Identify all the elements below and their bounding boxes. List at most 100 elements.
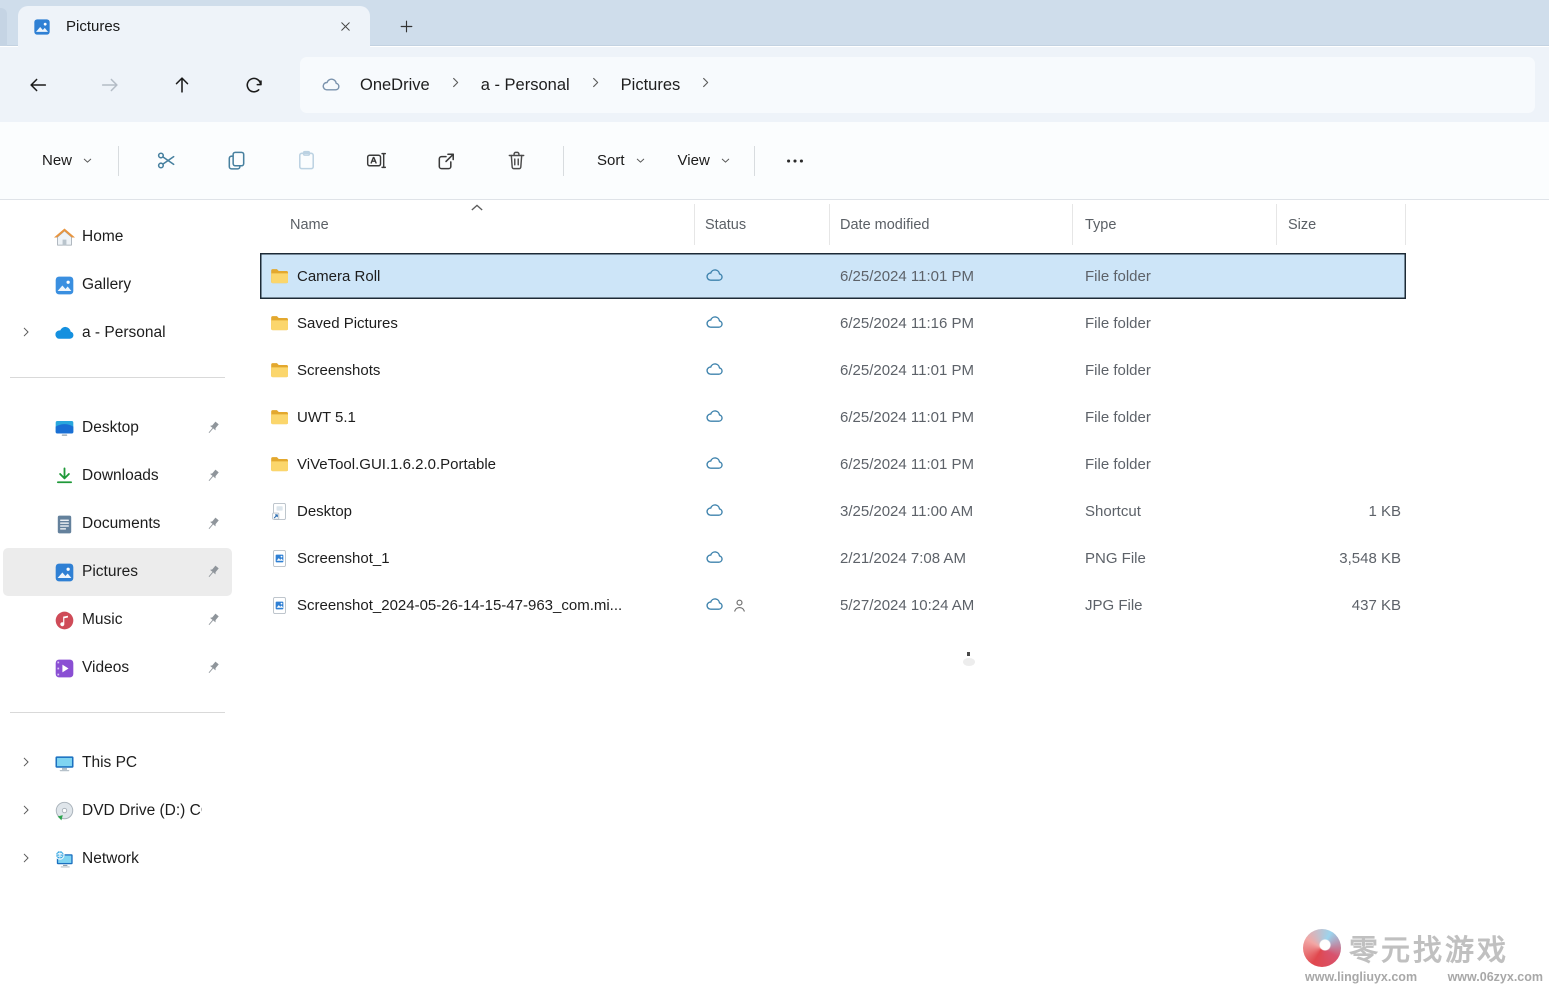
- cut-button[interactable]: [143, 139, 189, 183]
- copy-button[interactable]: [213, 139, 259, 183]
- sidebar-item-desktop[interactable]: Desktop: [3, 404, 232, 452]
- type-cell: JPG File: [1073, 582, 1277, 628]
- size-cell: 437 KB: [1277, 582, 1406, 628]
- pin-icon: [203, 419, 222, 438]
- file-name: Camera Roll: [297, 268, 380, 285]
- file-row-screenshot-1[interactable]: Screenshot_12/21/2024 7:08 AMPNG File3,5…: [260, 535, 1406, 581]
- column-header-date-modified[interactable]: Date modified: [830, 204, 1073, 245]
- see-more-button[interactable]: [773, 139, 817, 183]
- share-button[interactable]: [423, 139, 469, 183]
- sidebar-item-a-personal[interactable]: a - Personal: [3, 309, 232, 357]
- up-button[interactable]: [160, 63, 204, 107]
- date-modified-cell: 6/25/2024 11:01 PM: [830, 347, 1073, 393]
- sidebar-item-label: Network: [82, 850, 202, 868]
- sidebar-item-downloads[interactable]: Downloads: [3, 452, 232, 500]
- file-name-cell: Screenshot_2024-05-26-14-15-47-963_com.m…: [260, 582, 695, 628]
- pin-icon: [203, 563, 222, 582]
- file-row-screenshots[interactable]: Screenshots6/25/2024 11:01 PMFile folder: [260, 347, 1406, 393]
- size-cell: [1277, 394, 1406, 440]
- sidebar-item-gallery[interactable]: Gallery: [3, 261, 232, 309]
- address-bar[interactable]: OneDrive a - Personal Pictures: [300, 57, 1535, 113]
- delete-button[interactable]: [493, 139, 539, 183]
- date-modified: 6/25/2024 11:01 PM: [840, 409, 974, 426]
- column-header-name[interactable]: Name: [260, 204, 695, 245]
- sidebar-item-label: Home: [82, 228, 202, 246]
- sort-button[interactable]: Sort: [576, 139, 657, 183]
- forward-button[interactable]: [88, 63, 132, 107]
- file-row-camera-roll[interactable]: Camera Roll6/25/2024 11:01 PMFile folder: [260, 253, 1406, 299]
- expand-chevron-icon[interactable]: [19, 803, 35, 819]
- new-tab-button[interactable]: [389, 11, 423, 41]
- breadcrumb-item-a-personal[interactable]: a - Personal: [475, 72, 576, 98]
- folder-icon: [269, 313, 290, 334]
- sidebar-item-dvd-drive-d-ccc[interactable]: DVD Drive (D:) CCC: [3, 787, 232, 835]
- toolbar-separator: [754, 146, 755, 176]
- file-row-uwt-5-1[interactable]: UWT 5.16/25/2024 11:01 PMFile folder: [260, 394, 1406, 440]
- watermark-logo: [1303, 929, 1341, 967]
- tab-close-icon[interactable]: [332, 14, 358, 40]
- home-icon: [53, 226, 76, 249]
- pin-icon: [203, 467, 222, 486]
- status-cell: [695, 300, 830, 346]
- file-row-screenshot-2024-05-26-14-15-47-963-com-mi[interactable]: Screenshot_2024-05-26-14-15-47-963_com.m…: [260, 582, 1406, 628]
- file-row-vivetool-gui-1-6-2-0-portable[interactable]: ViVeTool.GUI.1.6.2.0.Portable6/25/2024 1…: [260, 441, 1406, 487]
- sidebar-item-home[interactable]: Home: [3, 213, 232, 261]
- view-button[interactable]: View: [657, 139, 742, 183]
- type-cell: File folder: [1073, 394, 1277, 440]
- thispc-icon: [53, 752, 76, 775]
- breadcrumb-chevron-icon[interactable]: [588, 75, 603, 90]
- column-header-status[interactable]: Status: [695, 204, 830, 245]
- sidebar-item-documents[interactable]: Documents: [3, 500, 232, 548]
- sidebar-divider: [10, 712, 225, 713]
- date-modified: 6/25/2024 11:01 PM: [840, 268, 974, 285]
- sidebar-item-pictures[interactable]: Pictures: [3, 548, 232, 596]
- sidebar-item-label: Documents: [82, 515, 202, 533]
- refresh-button[interactable]: [232, 63, 276, 107]
- chevron-down-icon: [81, 154, 94, 167]
- tab-title: Pictures: [66, 18, 332, 35]
- paste-button-disabled[interactable]: [283, 139, 329, 183]
- tab-bar: Pictures: [0, 0, 1549, 46]
- expand-chevron-icon[interactable]: [19, 755, 35, 771]
- expand-chevron-icon[interactable]: [19, 325, 35, 341]
- date-modified-cell: 6/25/2024 11:01 PM: [830, 253, 1073, 299]
- file-name-cell: Desktop: [260, 488, 695, 534]
- pin-icon: [203, 611, 222, 630]
- column-headers: NameStatusDate modifiedTypeSize: [260, 204, 1406, 245]
- onedrive-cloud-icon: [320, 74, 343, 97]
- date-modified: 2/21/2024 7:08 AM: [840, 550, 966, 567]
- file-name: ViVeTool.GUI.1.6.2.0.Portable: [297, 456, 496, 473]
- status-cell: [695, 535, 830, 581]
- chevron-down-icon: [634, 154, 647, 167]
- breadcrumb-item-onedrive[interactable]: OneDrive: [354, 72, 436, 98]
- file-row-desktop[interactable]: Desktop3/25/2024 11:00 AMShortcut1 KB: [260, 488, 1406, 534]
- folder-icon: [269, 266, 290, 287]
- sidebar-item-label: DVD Drive (D:) CCC: [82, 802, 202, 820]
- sidebar-item-label: Downloads: [82, 467, 202, 485]
- date-modified: 6/25/2024 11:16 PM: [840, 315, 974, 332]
- expand-chevron-icon[interactable]: [19, 851, 35, 867]
- sidebar-item-network[interactable]: Network: [3, 835, 232, 883]
- new-button[interactable]: New: [20, 139, 106, 183]
- breadcrumb-item-pictures[interactable]: Pictures: [615, 72, 687, 98]
- column-header-size[interactable]: Size: [1277, 204, 1406, 245]
- column-header-type[interactable]: Type: [1073, 204, 1277, 245]
- cloud-status-icon: [704, 453, 726, 475]
- file-name-cell: Camera Roll: [260, 253, 695, 299]
- shared-person-icon: [730, 596, 749, 615]
- watermark-url-right: www.06zyx.com: [1448, 970, 1543, 984]
- tab-pictures[interactable]: Pictures: [18, 6, 370, 47]
- breadcrumb-chevron-icon[interactable]: [698, 75, 713, 90]
- sidebar-item-this-pc[interactable]: This PC: [3, 739, 232, 787]
- file-name-cell: Screenshot_1: [260, 535, 695, 581]
- cloud-status-icon: [704, 312, 726, 334]
- rename-button[interactable]: [353, 139, 399, 183]
- sidebar-item-videos[interactable]: Videos: [3, 644, 232, 692]
- sidebar-item-music[interactable]: Music: [3, 596, 232, 644]
- back-button[interactable]: [16, 63, 60, 107]
- date-modified: 6/25/2024 11:01 PM: [840, 362, 974, 379]
- file-row-saved-pictures[interactable]: Saved Pictures6/25/2024 11:16 PMFile fol…: [260, 300, 1406, 346]
- toolbar-separator: [563, 146, 564, 176]
- breadcrumb-chevron-icon[interactable]: [448, 75, 463, 90]
- stray-dot: [967, 652, 970, 656]
